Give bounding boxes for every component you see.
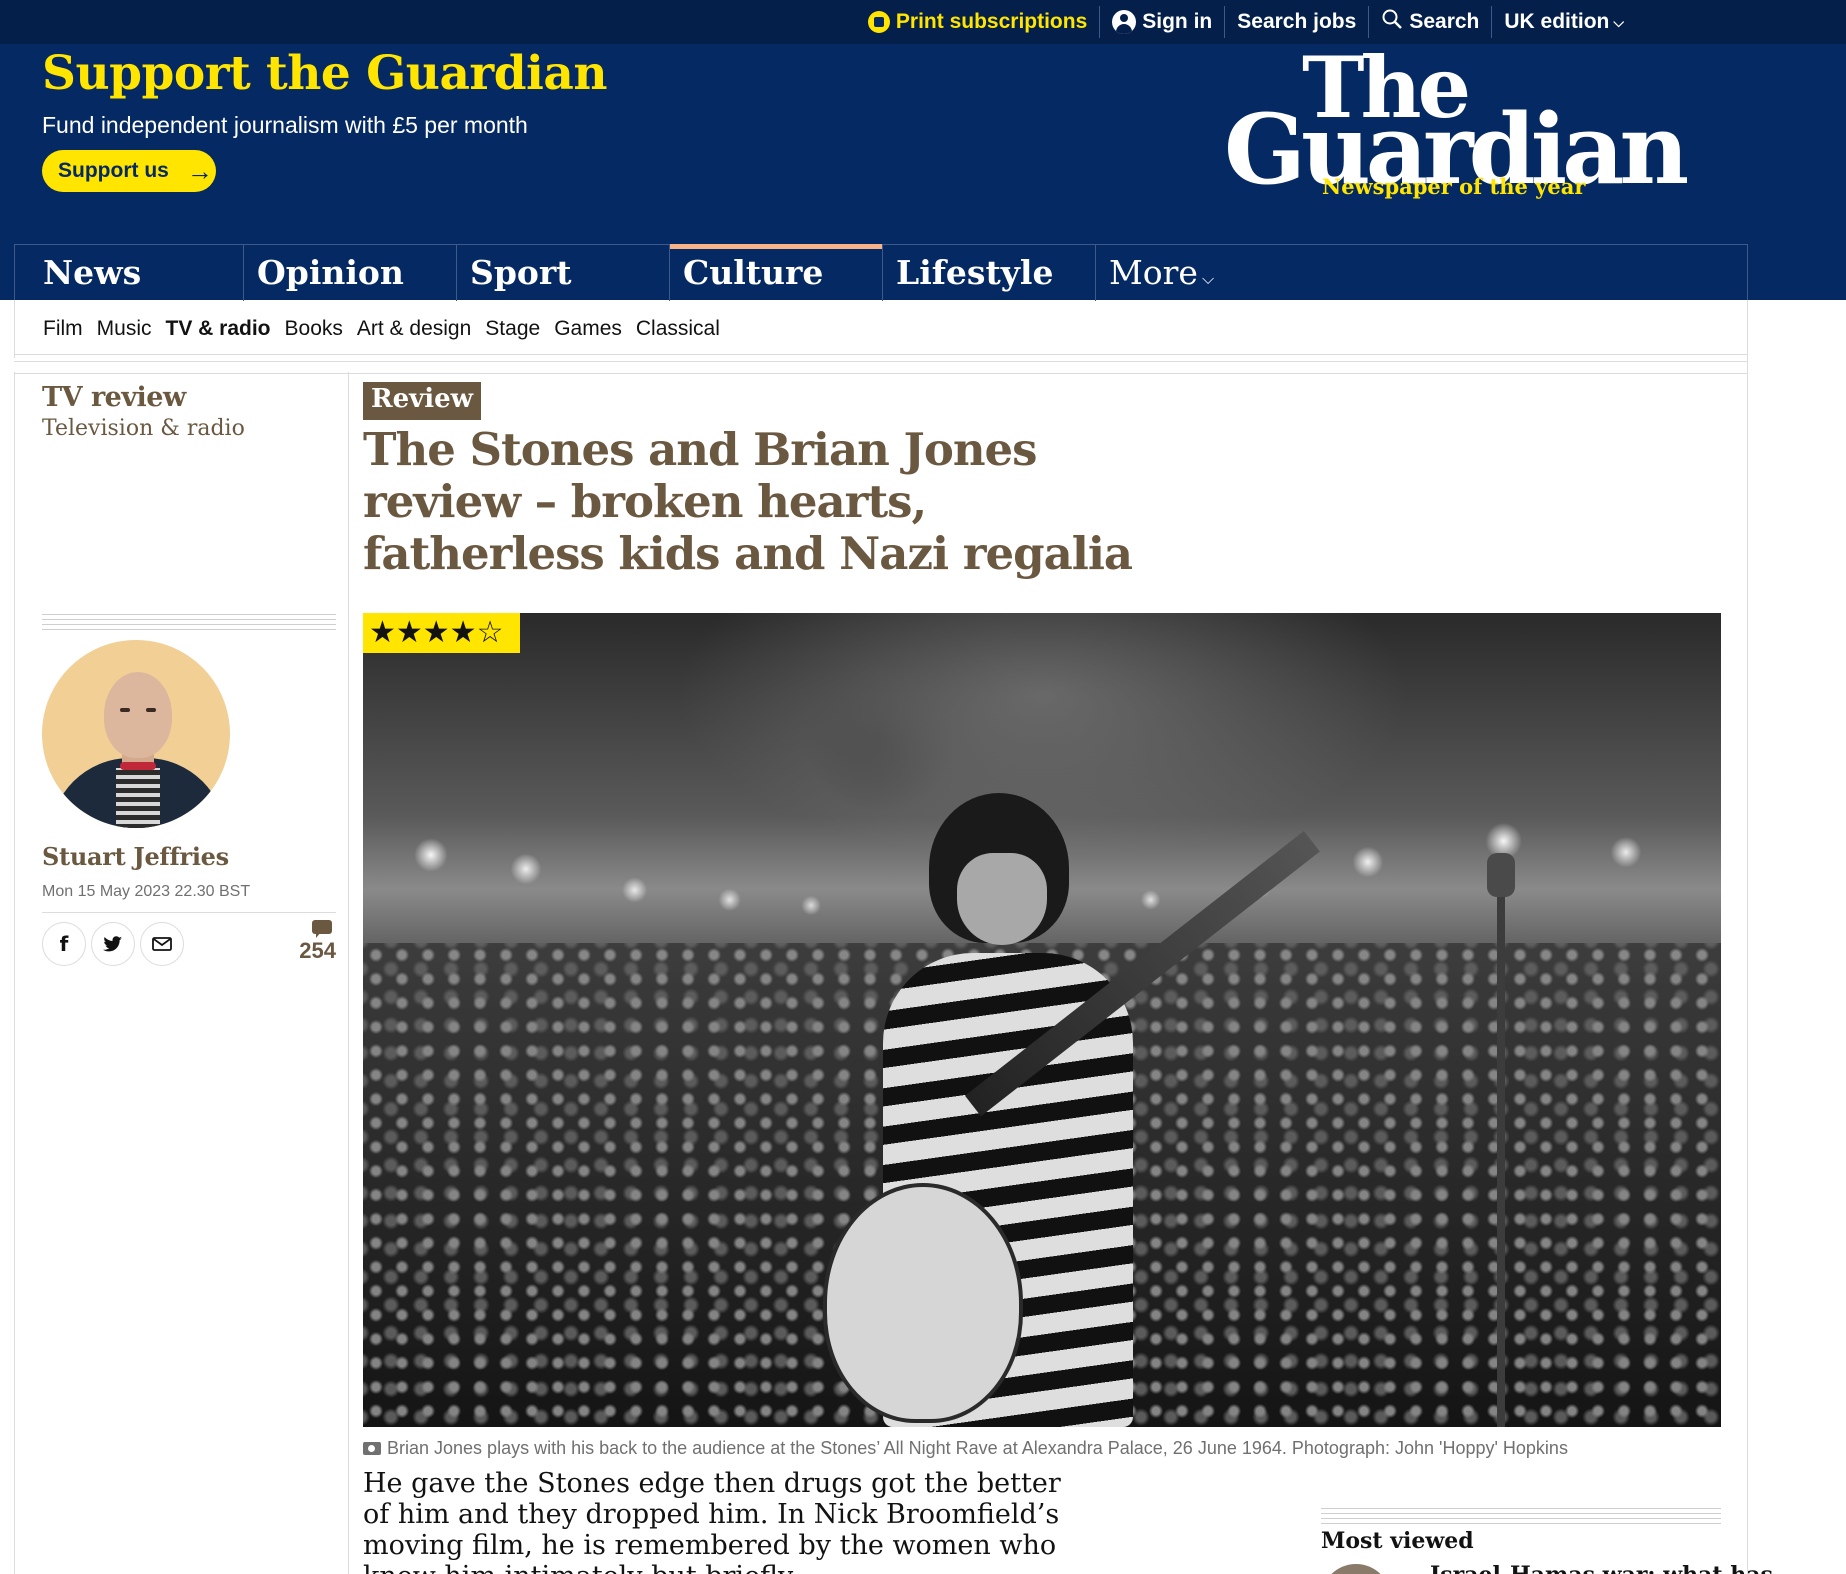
pillar-nav: News Opinion Sport Culture Lifestyle Mor… [14, 244, 1748, 301]
chevron-down-icon: ⌵ [1201, 269, 1215, 288]
search-icon [1381, 8, 1403, 36]
subnav-art-design[interactable]: Art & design [357, 317, 471, 341]
author-name[interactable]: Stuart Jeffries [42, 842, 229, 871]
subnav-books[interactable]: Books [285, 317, 343, 341]
subnav-games[interactable]: Games [554, 317, 622, 341]
divider [14, 372, 15, 1574]
pillar-opinion[interactable]: Opinion [243, 245, 456, 301]
masthead: Print subscriptions Sign in Search jobs … [0, 0, 1846, 301]
subnav-stage[interactable]: Stage [485, 317, 540, 341]
image-caption: Brian Jones plays with his back to the a… [363, 1438, 1568, 1459]
divider [42, 912, 336, 913]
standfirst: He gave the Stones edge then drugs got t… [363, 1468, 1061, 1574]
review-kicker: Review [363, 382, 482, 420]
sign-in-link[interactable]: Sign in [1099, 6, 1224, 38]
search-link[interactable]: Search [1368, 6, 1491, 38]
most-viewed-item[interactable]: Israel-Hamas war: what has [1430, 1562, 1773, 1574]
top-bar: Print subscriptions Sign in Search jobs … [0, 0, 1846, 44]
twitter-share-button[interactable] [91, 922, 135, 966]
headline: The Stones and Brian Jones review – brok… [363, 423, 1133, 580]
subnav-music[interactable]: Music [97, 317, 152, 341]
guardian-logo[interactable]: The Guardian Newspaper of the year [1220, 46, 1689, 206]
pillar-lifestyle[interactable]: Lifestyle [882, 245, 1095, 301]
star-rating: ★★★★☆ [363, 613, 520, 653]
divider [1321, 1508, 1721, 1524]
camera-icon [363, 1442, 381, 1455]
support-us-button[interactable]: Support us → [42, 150, 216, 192]
email-icon [152, 937, 172, 951]
series-link[interactable]: TV review [42, 382, 186, 413]
sub-nav: Film Music TV & radio Books Art & design… [14, 300, 1748, 358]
email-share-button[interactable] [140, 922, 184, 966]
divider [348, 372, 349, 1574]
facebook-icon: f [59, 932, 69, 956]
subnav-tv-radio[interactable]: TV & radio [166, 317, 271, 341]
support-title: Support the Guardian [42, 46, 608, 101]
pillar-culture[interactable]: Culture [669, 244, 882, 301]
comment-icon [312, 920, 332, 938]
facebook-share-button[interactable]: f [42, 922, 86, 966]
comment-count[interactable]: 254 [280, 938, 336, 964]
support-subtitle: Fund independent journalism with £5 per … [42, 112, 528, 138]
print-icon [867, 11, 890, 33]
edition-selector[interactable]: UK edition ⌵ [1491, 6, 1636, 38]
divider [1747, 300, 1748, 1574]
search-jobs-link[interactable]: Search jobs [1224, 6, 1368, 38]
subnav-classical[interactable]: Classical [636, 317, 720, 341]
hero-image [363, 613, 1721, 1427]
print-subscriptions-link[interactable]: Print subscriptions [856, 6, 1099, 38]
author-avatar [42, 640, 230, 828]
twitter-icon [103, 936, 122, 952]
most-viewed-thumbnail[interactable] [1321, 1564, 1391, 1574]
publish-date[interactable]: Mon 15 May 2023 22.30 BST [42, 883, 250, 901]
pillar-sport[interactable]: Sport [456, 245, 669, 301]
subnav-film[interactable]: Film [43, 317, 83, 341]
divider [14, 354, 1748, 374]
section-link[interactable]: Television & radio [42, 416, 245, 441]
arrow-right-icon: → [186, 155, 213, 186]
logo-tagline: Newspaper of the year [1322, 174, 1586, 199]
divider [42, 614, 336, 630]
pillar-more[interactable]: More ⌵ [1095, 245, 1255, 301]
most-viewed-title: Most viewed [1321, 1528, 1474, 1554]
user-icon [1112, 10, 1137, 34]
chevron-down-icon: ⌵ [1613, 13, 1624, 30]
pillar-news[interactable]: News [15, 245, 243, 301]
